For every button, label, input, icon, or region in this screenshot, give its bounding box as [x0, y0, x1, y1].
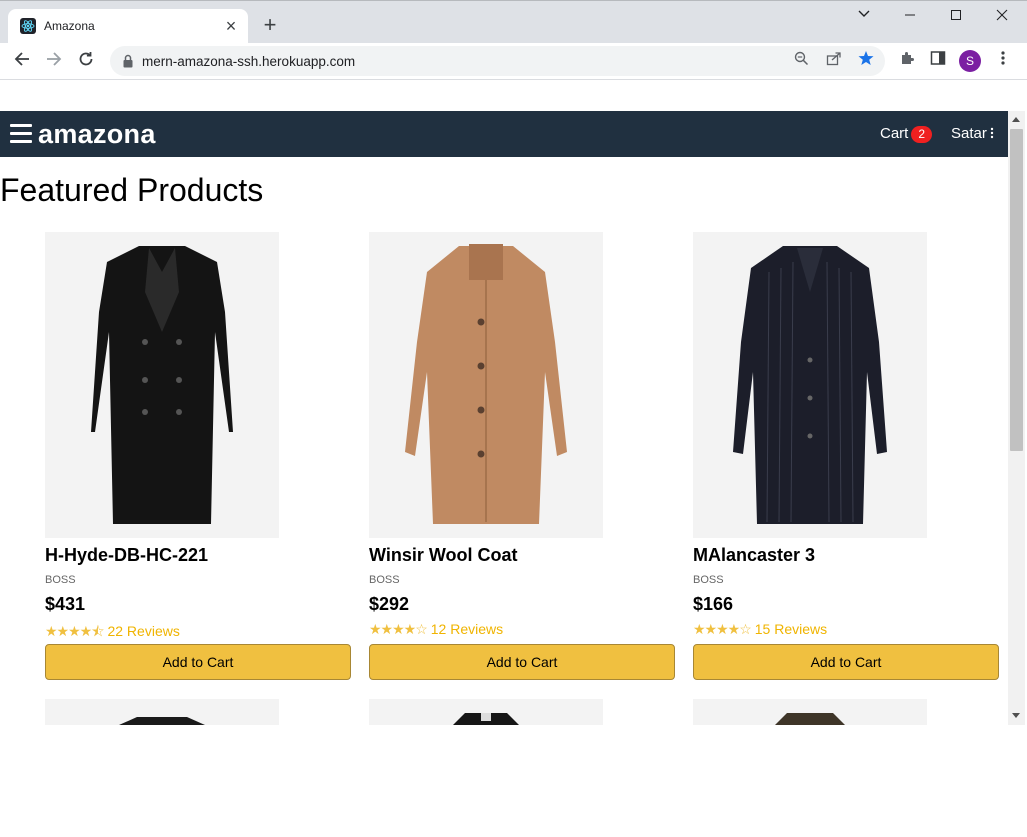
- scroll-down-arrow-icon[interactable]: [1012, 713, 1020, 718]
- add-to-cart-button[interactable]: Add to Cart: [45, 644, 351, 680]
- product-rating: ★★★★☆ 12 Reviews: [369, 621, 503, 638]
- product-card: Winsir Wool Coat BOSS $292 ★★★★☆ 12 Revie…: [369, 232, 675, 680]
- product-name[interactable]: MAlancaster 3: [693, 545, 815, 566]
- address-bar[interactable]: mern-amazona-ssh.herokuapp.com: [110, 46, 885, 76]
- site-header: amazona Cart 2 Satar: [0, 111, 1008, 157]
- back-arrow-icon[interactable]: [9, 49, 35, 75]
- product-price: $166: [693, 594, 734, 614]
- review-count: 22 Reviews: [107, 623, 180, 639]
- browser-toolbar: mern-amazona-ssh.herokuapp.com S: [0, 43, 1027, 80]
- maximize-icon[interactable]: [941, 7, 971, 27]
- cart-link[interactable]: Cart 2: [880, 125, 933, 143]
- product-card: H-Hyde-DB-HC-221 BOSS $431 ★★★★⯪ 22 Revie…: [45, 232, 351, 680]
- scrollbar-thumb[interactable]: [1010, 129, 1023, 451]
- product-image-partial[interactable]: [693, 699, 927, 725]
- product-image-partial[interactable]: [45, 699, 279, 725]
- review-count: 15 Reviews: [754, 621, 828, 637]
- coat-image: [89, 246, 235, 524]
- close-tab-icon[interactable]: ×: [220, 15, 242, 37]
- page-scrollbar[interactable]: [1008, 111, 1025, 725]
- rating-stars-icon: ★★★★⯪: [45, 623, 104, 639]
- user-name: Satar: [951, 125, 987, 142]
- product-brand: BOSS: [369, 574, 400, 586]
- cart-label: Cart: [880, 125, 909, 142]
- coat-image: [405, 244, 567, 524]
- extensions-puzzle-icon[interactable]: [896, 50, 918, 72]
- product-name[interactable]: Winsir Wool Coat: [369, 545, 518, 566]
- profile-avatar[interactable]: S: [959, 50, 981, 72]
- page-viewport: amazona Cart 2 Satar Featured Products H-…: [0, 80, 1027, 837]
- share-icon[interactable]: [823, 50, 845, 72]
- lock-icon: [123, 54, 133, 68]
- brand-logo-link[interactable]: amazona: [38, 119, 156, 150]
- react-favicon-icon: [20, 18, 36, 34]
- url-text: mern-amazona-ssh.herokuapp.com: [142, 54, 356, 69]
- product-image[interactable]: [369, 232, 603, 538]
- product-brand: BOSS: [45, 574, 76, 586]
- scroll-up-arrow-icon[interactable]: [1012, 117, 1020, 122]
- window-close-icon[interactable]: [987, 7, 1017, 27]
- product-price: $431: [45, 594, 86, 614]
- bookmark-star-icon[interactable]: [855, 50, 877, 72]
- browser-tabstrip: Amazona × +: [0, 0, 1027, 44]
- side-panel-icon[interactable]: [927, 50, 949, 72]
- product-card: MAlancaster 3 BOSS $166 ★★★★☆ 15 Reviews …: [693, 232, 999, 680]
- user-menu-dots-icon: [990, 126, 996, 139]
- product-name[interactable]: H-Hyde-DB-HC-221: [45, 545, 208, 566]
- browser-tab[interactable]: Amazona ×: [8, 9, 248, 44]
- coat-image: [733, 246, 887, 524]
- tab-title: Amazona: [44, 19, 95, 33]
- user-menu-link[interactable]: Satar: [951, 125, 996, 142]
- product-price: $292: [369, 594, 410, 614]
- menu-kebab-icon[interactable]: [992, 50, 1014, 72]
- reload-icon[interactable]: [73, 49, 99, 75]
- zoom-icon[interactable]: [790, 50, 812, 72]
- page-title: Featured Products: [0, 172, 264, 208]
- add-to-cart-button[interactable]: Add to Cart: [369, 644, 675, 680]
- hamburger-menu-icon[interactable]: [10, 124, 32, 144]
- product-image-partial[interactable]: [369, 699, 603, 725]
- minimize-icon[interactable]: [895, 7, 925, 27]
- new-tab-icon[interactable]: +: [258, 13, 282, 37]
- tab-search-chevron-icon[interactable]: [849, 7, 879, 27]
- cart-count-badge: 2: [911, 126, 933, 143]
- review-count: 12 Reviews: [430, 621, 504, 637]
- product-image[interactable]: [693, 232, 927, 538]
- rating-stars-icon: ★★★★☆: [693, 621, 752, 637]
- forward-arrow-icon[interactable]: [41, 49, 67, 75]
- add-to-cart-button[interactable]: Add to Cart: [693, 644, 999, 680]
- product-brand: BOSS: [693, 574, 724, 586]
- rating-stars-icon: ★★★★☆: [369, 621, 428, 637]
- product-image[interactable]: [45, 232, 279, 538]
- product-rating: ★★★★☆ 15 Reviews: [693, 621, 827, 638]
- product-rating: ★★★★⯪ 22 Reviews: [45, 621, 180, 645]
